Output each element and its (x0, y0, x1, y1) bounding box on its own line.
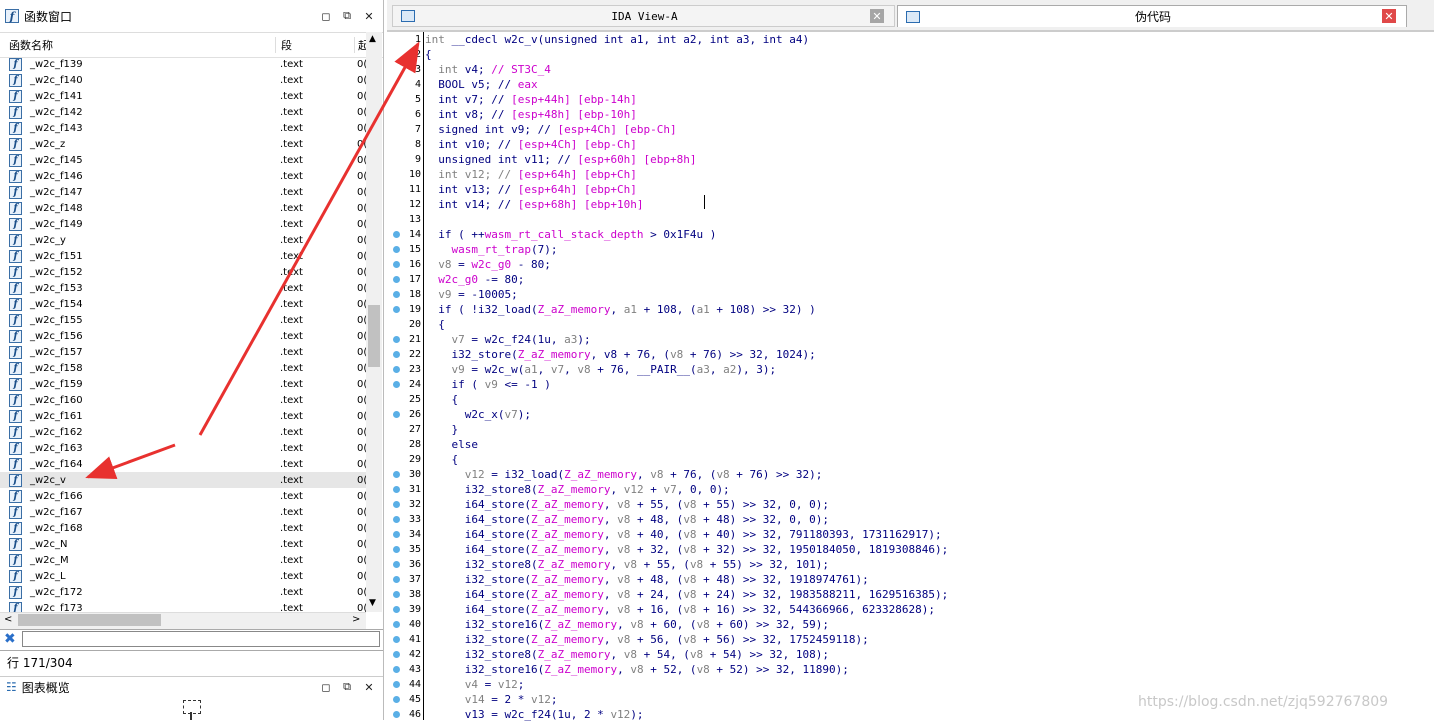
arrow-to-code (198, 41, 420, 436)
annotation-arrows (85, 41, 420, 479)
arrow-to-function (85, 443, 176, 479)
